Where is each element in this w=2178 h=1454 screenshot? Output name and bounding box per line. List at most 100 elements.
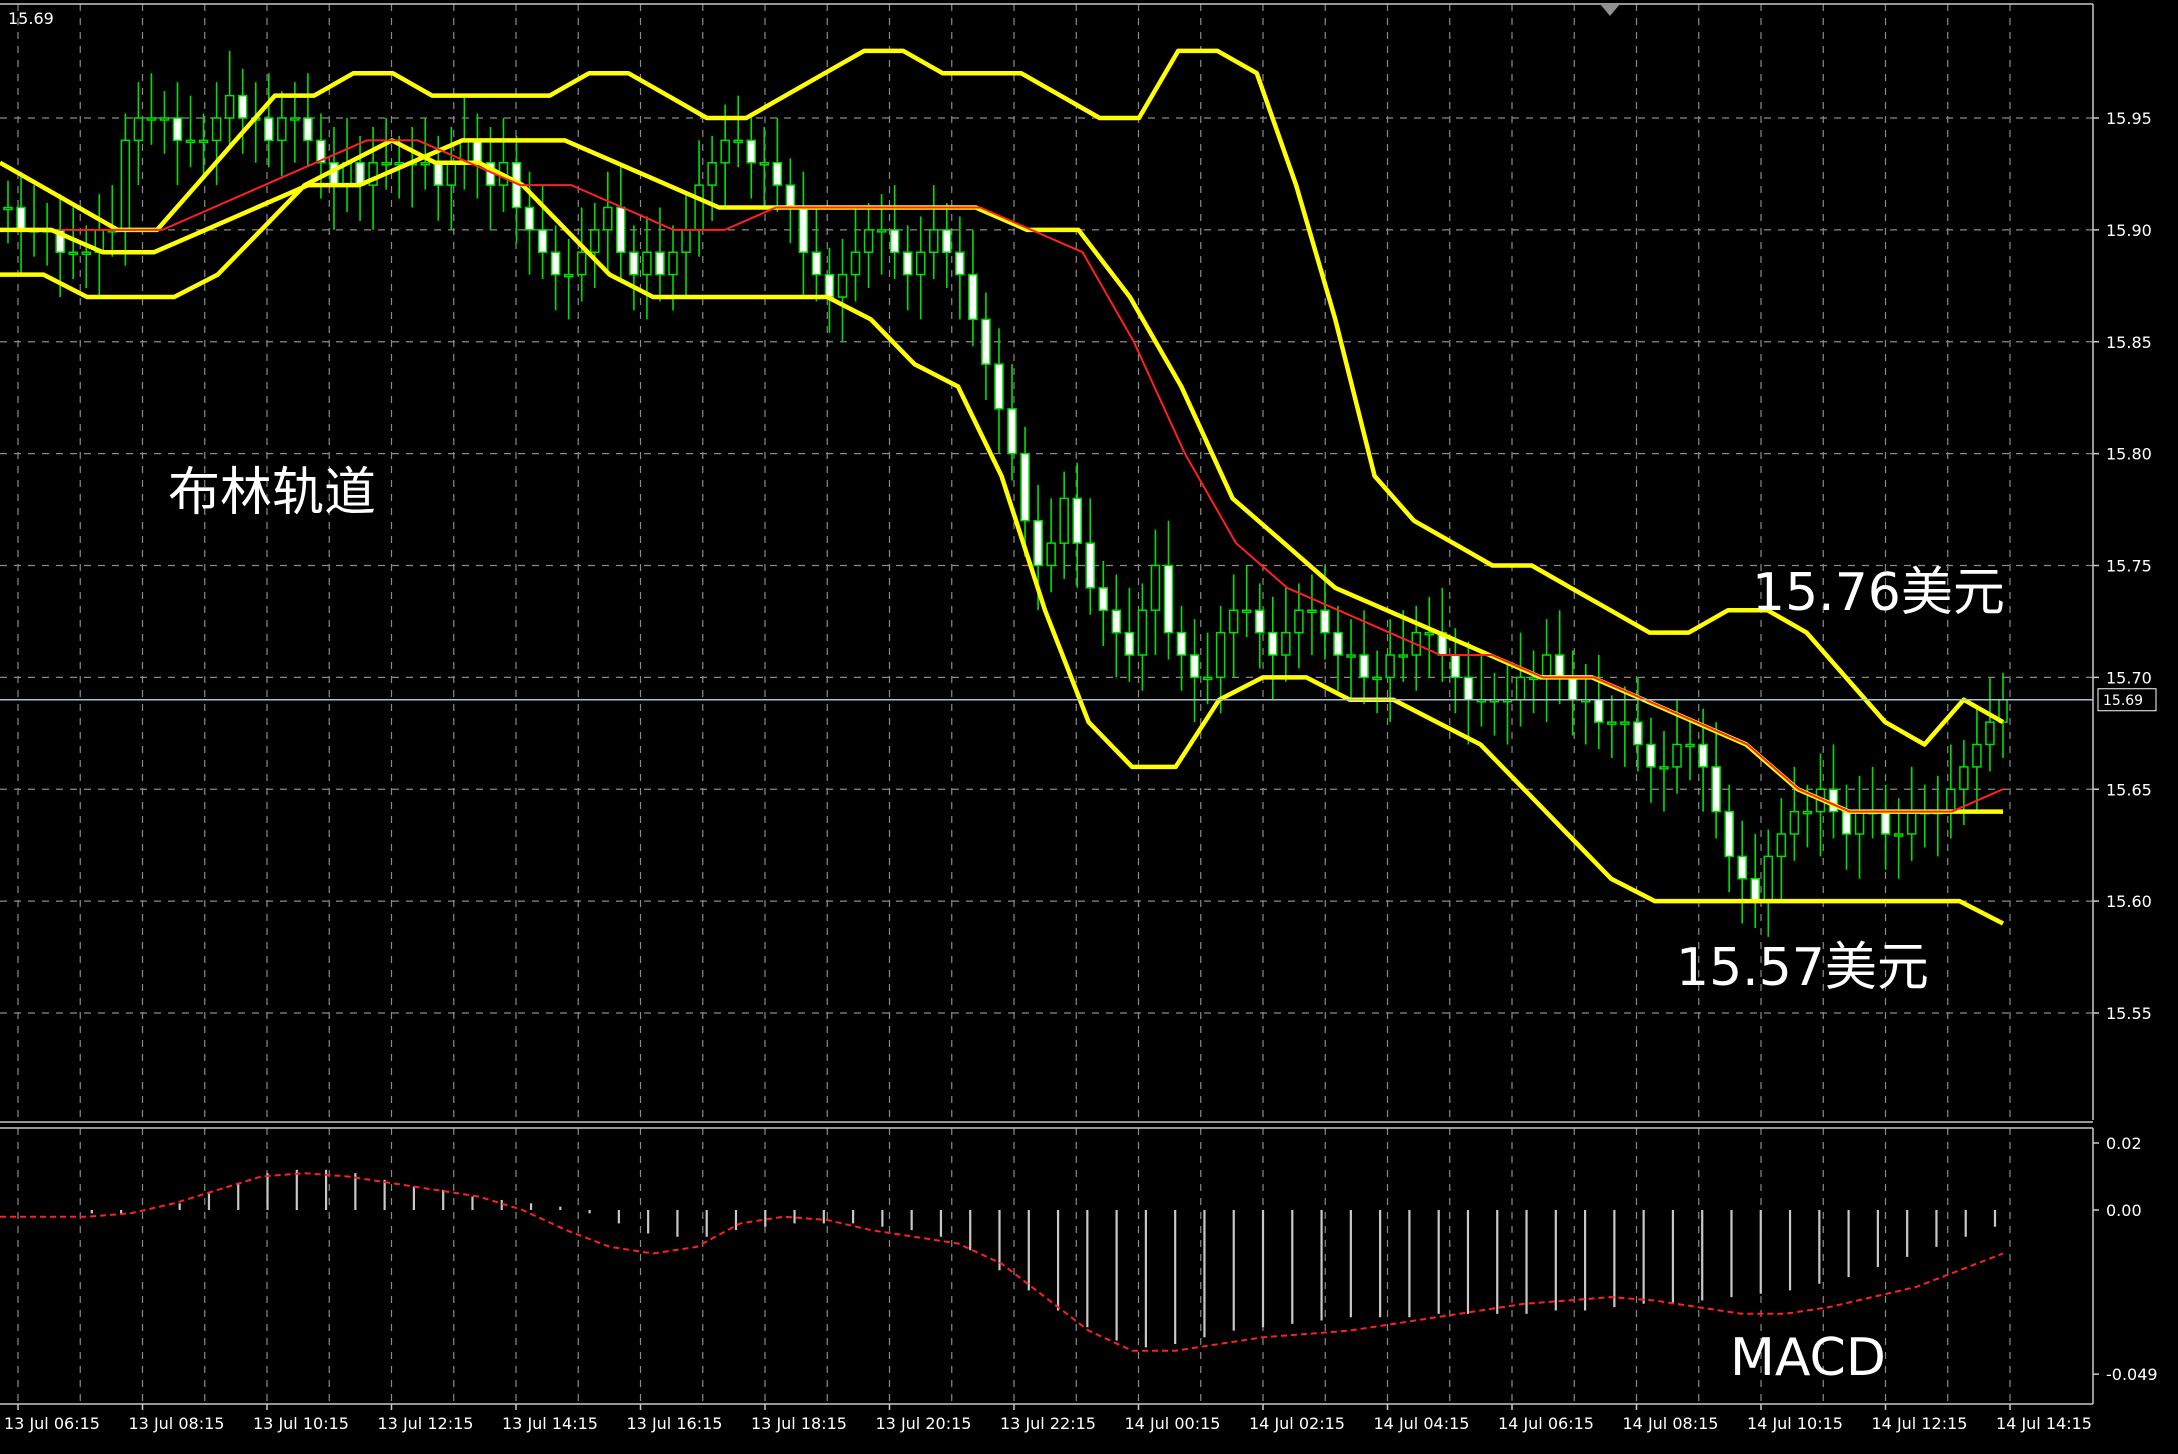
candle-body (1072, 497, 1082, 544)
x-tick-label: 14 Jul 10:15 (1747, 1414, 1843, 1433)
candle-body (1906, 810, 1917, 835)
candle-body (1320, 609, 1330, 634)
candle-body (1515, 676, 1526, 701)
forex-chart: 15.69 15.95 15.90 15.85 15.80 15.75 15.70 15.6… (0, 0, 2178, 1454)
y-tick-label: 15.55 (2106, 1004, 2152, 1023)
candle-body (1633, 721, 1643, 746)
corner-price-label: 15.69 (8, 9, 54, 28)
candle-body (1281, 631, 1291, 656)
candle-body (133, 117, 144, 142)
x-tick-label: 14 Jul 12:15 (1872, 1414, 1968, 1433)
y-tick-label: 15.70 (2106, 668, 2152, 687)
x-tick-label: 13 Jul 12:15 (378, 1414, 474, 1433)
candle-body (1880, 810, 1891, 835)
candle-body (1724, 810, 1734, 858)
candle-body (720, 139, 730, 164)
candle-body (1789, 810, 1800, 835)
y-tick-label: 15.75 (2106, 557, 2152, 576)
candle-body (290, 117, 300, 121)
candle-body (694, 184, 704, 231)
candle-body (1098, 587, 1109, 611)
x-tick-label: 13 Jul 10:15 (253, 1414, 349, 1433)
candle-body (616, 206, 626, 253)
candle-body (1241, 609, 1252, 613)
x-tick-label: 13 Jul 08:15 (129, 1414, 225, 1433)
candle-body (1124, 631, 1135, 656)
candle-body (68, 251, 78, 255)
y-tick-label: 15.80 (2106, 445, 2152, 464)
candle-body (1020, 452, 1030, 522)
x-tick-label: 13 Jul 16:15 (627, 1414, 723, 1433)
candle-body (224, 94, 235, 119)
candle-body (537, 229, 548, 253)
x-tick-label: 13 Jul 18:15 (751, 1414, 847, 1433)
candle-body (1893, 833, 1904, 837)
candle-body (146, 117, 157, 121)
candle-body (420, 162, 431, 166)
candle-body (1750, 878, 1761, 902)
candle-body (1385, 654, 1395, 679)
candle-body (1450, 654, 1461, 679)
candle-body (1294, 609, 1304, 634)
candle-body (1268, 631, 1278, 656)
candle-body (772, 162, 783, 186)
candle-body (1202, 676, 1213, 681)
y-tick-label: 15.95 (2106, 109, 2152, 128)
candle-body (1672, 743, 1682, 768)
x-tick-label: 14 Jul 04:15 (1374, 1414, 1470, 1433)
x-tick-label: 13 Jul 20:15 (876, 1414, 972, 1433)
candle-body (1372, 676, 1382, 681)
candle-body (198, 139, 209, 144)
candle-body (850, 251, 861, 276)
candle-body (1567, 676, 1578, 701)
macd-y-tick-label: -0.049 (2106, 1365, 2158, 1384)
candle-body (211, 117, 222, 142)
candle-body (1398, 654, 1408, 658)
candle-body (876, 229, 887, 233)
candle-body (981, 318, 991, 365)
bollinger-annotation: 布林轨道 (168, 463, 376, 523)
candle-body (472, 139, 483, 164)
candle-body (563, 273, 574, 278)
candle-body (1046, 542, 1056, 567)
chart-background (0, 0, 2178, 1454)
candle-body (733, 139, 743, 144)
candle-body (629, 251, 639, 276)
candle-body (955, 251, 965, 276)
candle-body (550, 251, 561, 276)
candle-body (824, 273, 835, 298)
candle-body (1189, 654, 1200, 679)
candle-body (811, 251, 822, 276)
candle-body (1802, 810, 1813, 815)
y-tick-label: 15.65 (2106, 780, 2152, 799)
candle-body (1594, 699, 1604, 723)
candle-body (942, 229, 952, 253)
candle-body (1007, 408, 1017, 455)
current-price-label: 15.69 (2103, 693, 2143, 709)
candle-body (1763, 855, 1774, 902)
candle-body (381, 162, 391, 166)
candle-body (524, 206, 535, 231)
candle-body (16, 206, 26, 231)
candle-body (785, 184, 796, 209)
candle-body (1711, 766, 1721, 813)
candle-body (1228, 609, 1239, 634)
candle-body (1620, 721, 1630, 725)
macd-y-tick-label: 0.02 (2106, 1134, 2142, 1153)
candle-body (1737, 855, 1747, 880)
candle-body (446, 162, 457, 186)
x-tick-label: 13 Jul 14:15 (502, 1414, 598, 1433)
candle-body (1646, 743, 1656, 768)
x-tick-label: 14 Jul 14:15 (1996, 1414, 2092, 1433)
candle-body (81, 251, 91, 255)
candle-body (1215, 631, 1226, 679)
candle-body (1541, 654, 1552, 679)
candle-body (1607, 721, 1617, 725)
candle-body (746, 139, 756, 164)
candle-body (929, 229, 939, 253)
candle-body (837, 273, 848, 298)
candle-body (1111, 609, 1122, 634)
candle-body (1163, 564, 1174, 634)
candle-body (1255, 609, 1265, 634)
macd-annotation: MACD (1730, 1328, 1886, 1388)
